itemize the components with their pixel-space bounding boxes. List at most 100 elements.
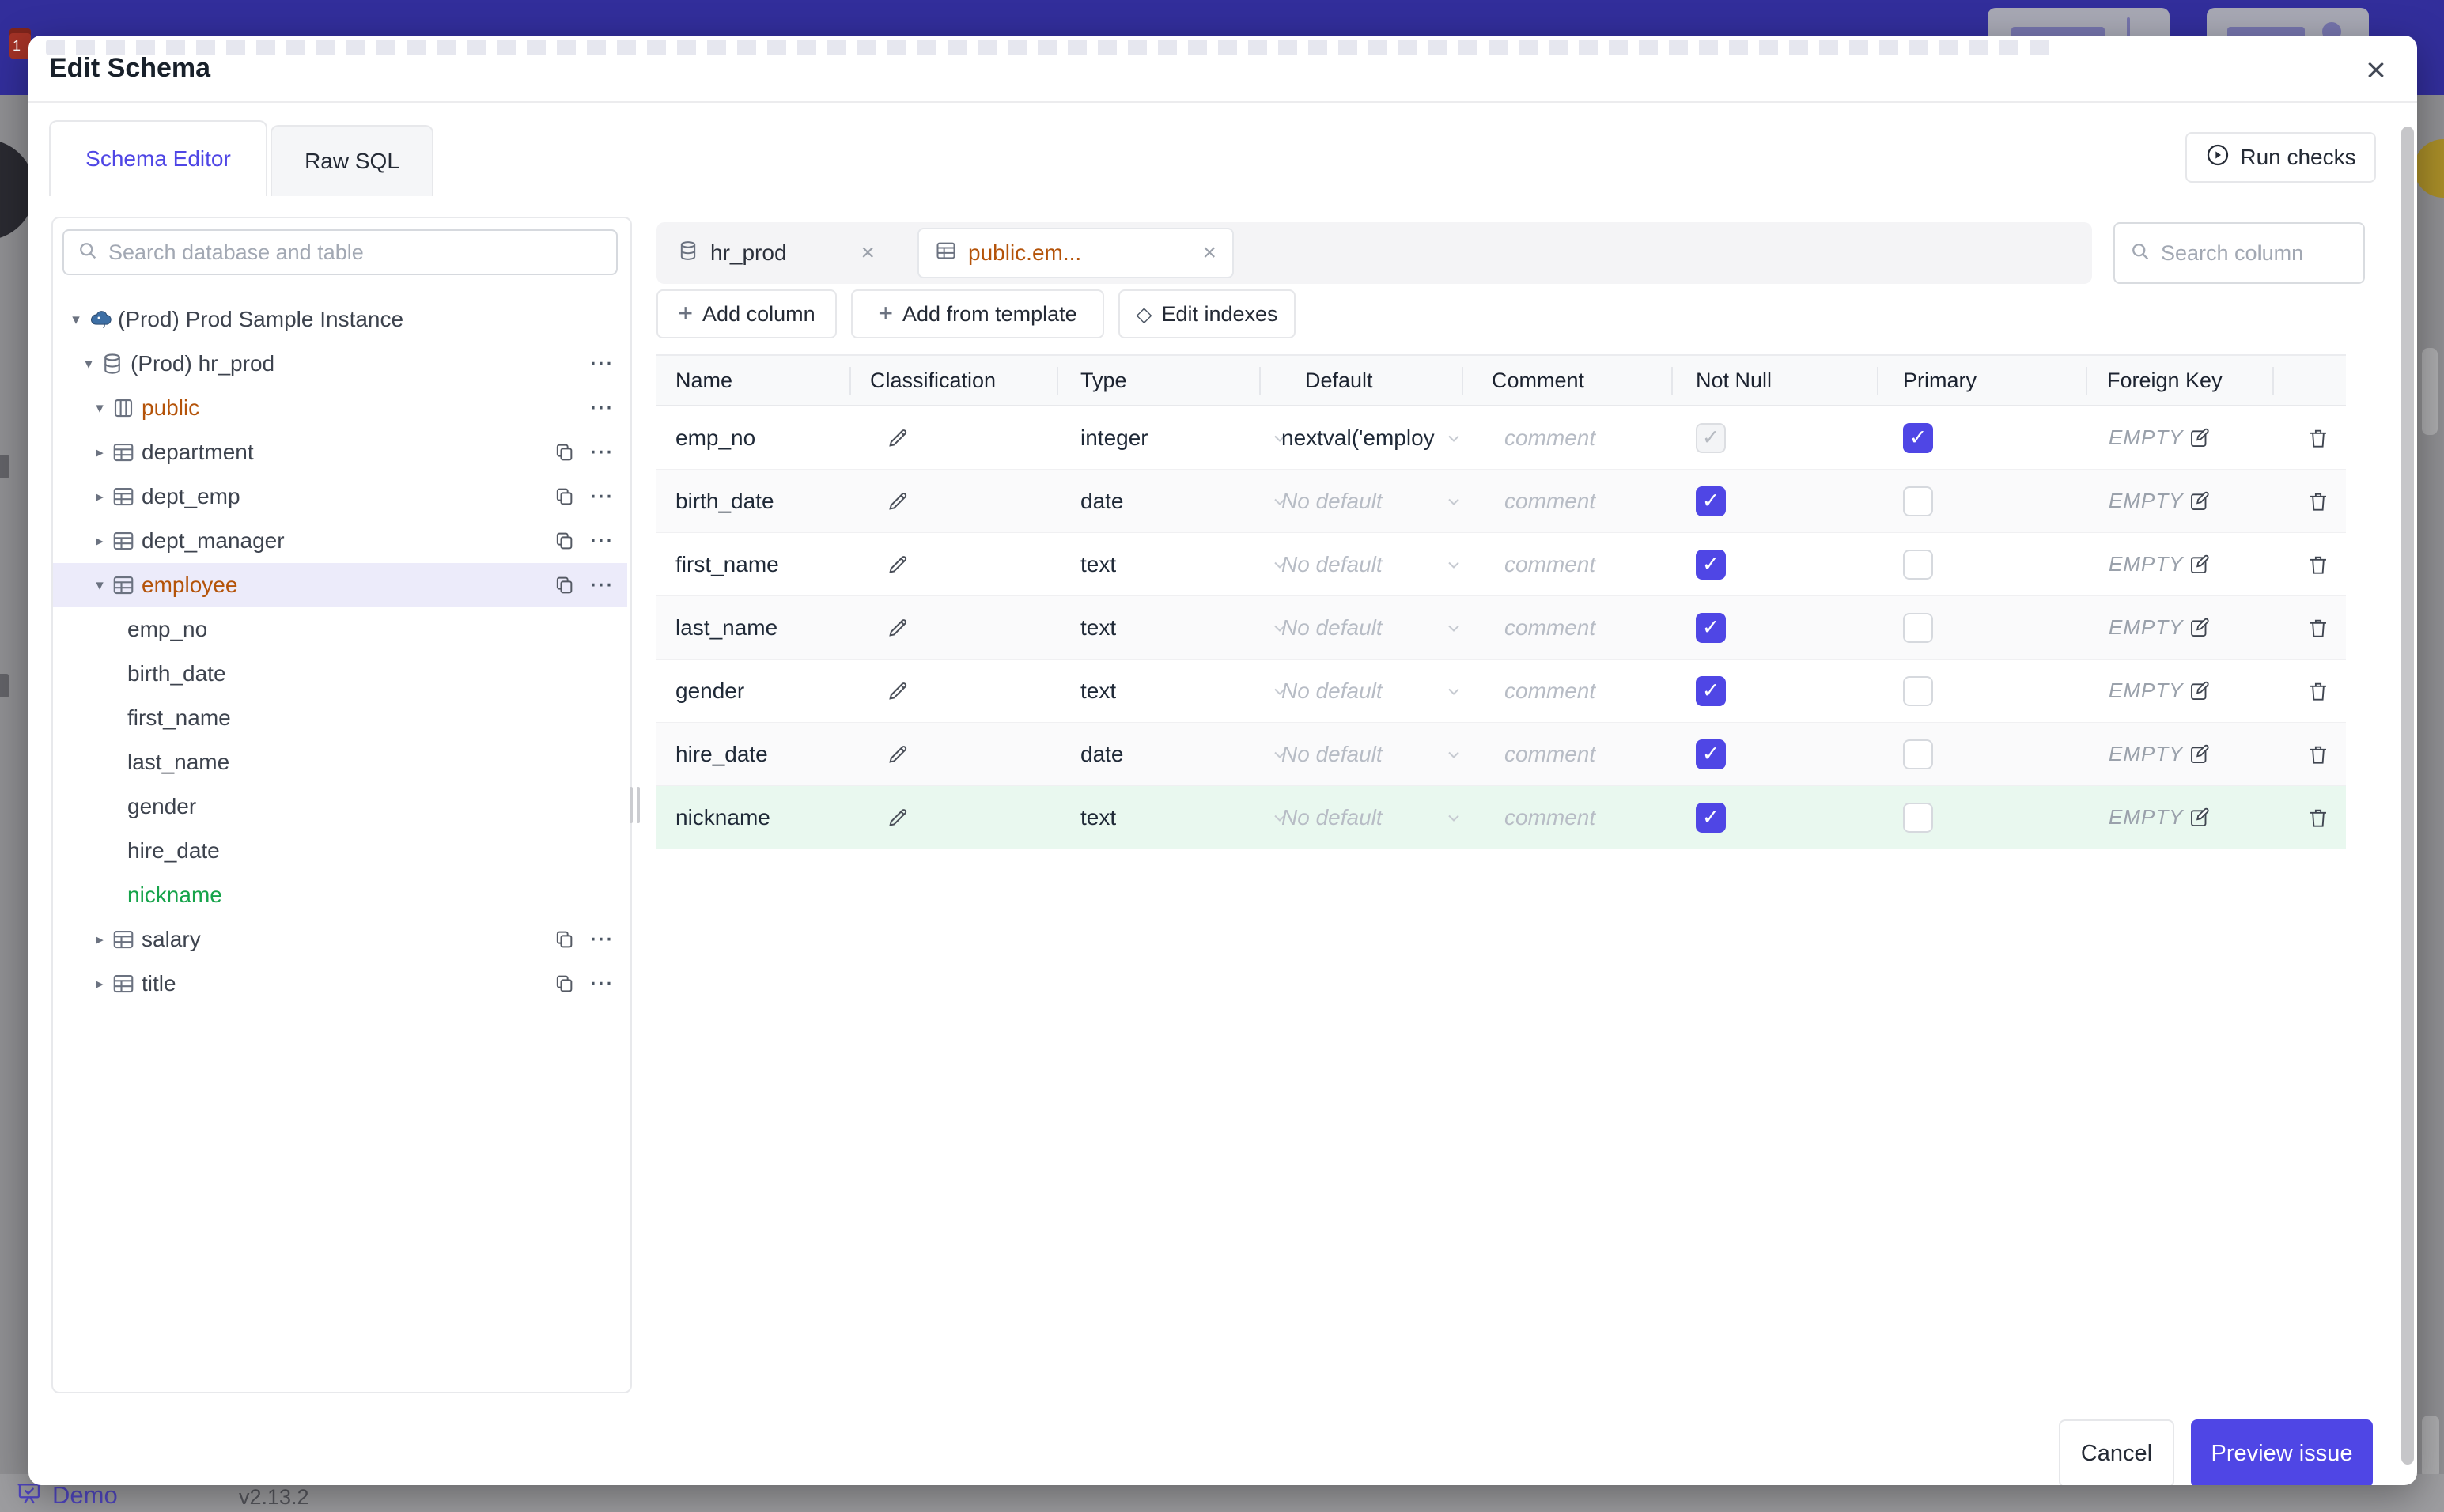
delete-column-button[interactable] <box>2306 596 2330 659</box>
checkbox[interactable]: ✓ <box>1903 549 1933 580</box>
checkbox[interactable]: ✓ <box>1903 675 1933 706</box>
column-name-value[interactable]: first_name <box>675 533 779 595</box>
comment-input[interactable]: comment <box>1504 786 1595 849</box>
copy-icon[interactable] <box>553 928 575 951</box>
checkbox[interactable]: ✓ <box>1903 802 1933 833</box>
copy-icon[interactable] <box>553 441 575 463</box>
checkbox[interactable]: ✓ <box>1903 612 1933 643</box>
column-name-value[interactable]: emp_no <box>675 406 755 469</box>
more-icon[interactable]: ⋯ <box>589 928 615 951</box>
cancel-button[interactable]: Cancel <box>2059 1419 2174 1485</box>
tree-item--prod-prod-sample-instance[interactable]: ▾ (Prod) Prod Sample Instance <box>53 297 627 342</box>
edit-square-icon[interactable] <box>2188 406 2211 469</box>
tree-item-title[interactable]: ▸ title ⋯ <box>53 962 627 1006</box>
type-select[interactable]: text <box>1080 596 1116 659</box>
type-select[interactable]: text <box>1080 533 1116 595</box>
tab-schema-editor[interactable]: Schema Editor <box>49 120 267 196</box>
comment-input[interactable]: comment <box>1504 723 1595 785</box>
default-select[interactable]: No default <box>1281 596 1436 659</box>
tree-item-gender[interactable]: gender <box>53 784 627 829</box>
copy-icon[interactable] <box>553 530 575 552</box>
classification-edit-button[interactable] <box>886 786 910 849</box>
checkbox[interactable]: ✓ <box>1696 549 1726 580</box>
type-select[interactable]: date <box>1080 723 1124 785</box>
classification-edit-button[interactable] <box>886 660 910 722</box>
default-select[interactable]: nextval('employ <box>1281 406 1436 469</box>
tree-item--prod-hr-prod[interactable]: ▾ (Prod) hr_prod ⋯ <box>53 342 627 386</box>
tree-collapse-icon[interactable]: ▸ <box>88 931 112 949</box>
edit-square-icon[interactable] <box>2188 470 2211 532</box>
tree-expand-icon[interactable]: ▾ <box>88 576 112 595</box>
delete-column-button[interactable] <box>2306 786 2330 849</box>
more-icon[interactable]: ⋯ <box>589 573 615 597</box>
comment-input[interactable]: comment <box>1504 660 1595 722</box>
edit-indexes-button[interactable]: ◇ Edit indexes <box>1118 289 1296 338</box>
tree-item-salary[interactable]: ▸ salary ⋯ <box>53 917 627 962</box>
classification-edit-button[interactable] <box>886 723 910 785</box>
edit-square-icon[interactable] <box>2188 660 2211 722</box>
more-icon[interactable]: ⋯ <box>589 529 615 553</box>
classification-edit-button[interactable] <box>886 406 910 469</box>
column-name-value[interactable]: gender <box>675 660 744 722</box>
classification-edit-button[interactable] <box>886 470 910 532</box>
column-search-input[interactable]: Search column <box>2113 222 2365 284</box>
tree-item-hire-date[interactable]: hire_date <box>53 829 627 873</box>
panel-resize-handle[interactable] <box>630 787 644 823</box>
tree-item-nickname[interactable]: nickname <box>53 873 627 917</box>
tab-chip-public-employee[interactable]: public.em... × <box>917 228 1234 278</box>
comment-input[interactable]: comment <box>1504 470 1595 532</box>
checkbox[interactable]: ✓ <box>1696 612 1726 643</box>
close-icon[interactable]: × <box>2355 50 2397 91</box>
checkbox[interactable]: ✓ <box>1903 486 1933 516</box>
type-select[interactable]: text <box>1080 786 1116 849</box>
type-select[interactable]: text <box>1080 660 1116 722</box>
tree-collapse-icon[interactable]: ▸ <box>88 532 112 550</box>
more-icon[interactable]: ⋯ <box>589 440 615 464</box>
tab-raw-sql[interactable]: Raw SQL <box>271 125 433 196</box>
tree-collapse-icon[interactable]: ▸ <box>88 488 112 506</box>
delete-column-button[interactable] <box>2306 533 2330 595</box>
comment-input[interactable]: comment <box>1504 533 1595 595</box>
classification-edit-button[interactable] <box>886 596 910 659</box>
edit-square-icon[interactable] <box>2188 723 2211 785</box>
type-select[interactable]: integer <box>1080 406 1148 469</box>
tree-collapse-icon[interactable]: ▸ <box>88 975 112 993</box>
default-select[interactable]: No default <box>1281 723 1436 785</box>
tree-item-birth-date[interactable]: birth_date <box>53 652 627 696</box>
delete-column-button[interactable] <box>2306 723 2330 785</box>
tree-item-emp-no[interactable]: emp_no <box>53 607 627 652</box>
tab-chip-hr-prod[interactable]: hr_prod × <box>677 240 875 267</box>
checkbox[interactable]: ✓ <box>1903 422 1933 453</box>
tree-item-last-name[interactable]: last_name <box>53 740 627 784</box>
more-icon[interactable]: ⋯ <box>589 352 615 376</box>
edit-square-icon[interactable] <box>2188 533 2211 595</box>
checkbox[interactable]: ✓ <box>1696 802 1726 833</box>
more-icon[interactable]: ⋯ <box>589 485 615 508</box>
edit-square-icon[interactable] <box>2188 596 2211 659</box>
column-name-value[interactable]: last_name <box>675 596 777 659</box>
default-select[interactable]: No default <box>1281 470 1436 532</box>
comment-input[interactable]: comment <box>1504 596 1595 659</box>
tree-expand-icon[interactable]: ▾ <box>77 355 100 373</box>
tree-item-department[interactable]: ▸ department ⋯ <box>53 430 627 474</box>
more-icon[interactable]: ⋯ <box>589 396 615 420</box>
close-icon[interactable]: × <box>861 240 876 266</box>
default-select[interactable]: No default <box>1281 786 1436 849</box>
comment-input[interactable]: comment <box>1504 406 1595 469</box>
tree-item-public[interactable]: ▾ public ⋯ <box>53 386 627 430</box>
edit-square-icon[interactable] <box>2188 786 2211 849</box>
tree-expand-icon[interactable]: ▾ <box>64 311 88 329</box>
delete-column-button[interactable] <box>2306 406 2330 469</box>
tree-item-employee[interactable]: ▾ employee ⋯ <box>53 563 627 607</box>
column-name-value[interactable]: hire_date <box>675 723 768 785</box>
default-select[interactable]: No default <box>1281 660 1436 722</box>
copy-icon[interactable] <box>553 574 575 596</box>
copy-icon[interactable] <box>553 486 575 508</box>
run-checks-button[interactable]: Run checks <box>2185 132 2376 183</box>
default-select[interactable]: No default <box>1281 533 1436 595</box>
tree-collapse-icon[interactable]: ▸ <box>88 444 112 462</box>
type-select[interactable]: date <box>1080 470 1124 532</box>
tree-expand-icon[interactable]: ▾ <box>88 399 112 418</box>
column-name-value[interactable]: birth_date <box>675 470 774 532</box>
column-name-value[interactable]: nickname <box>675 786 770 849</box>
